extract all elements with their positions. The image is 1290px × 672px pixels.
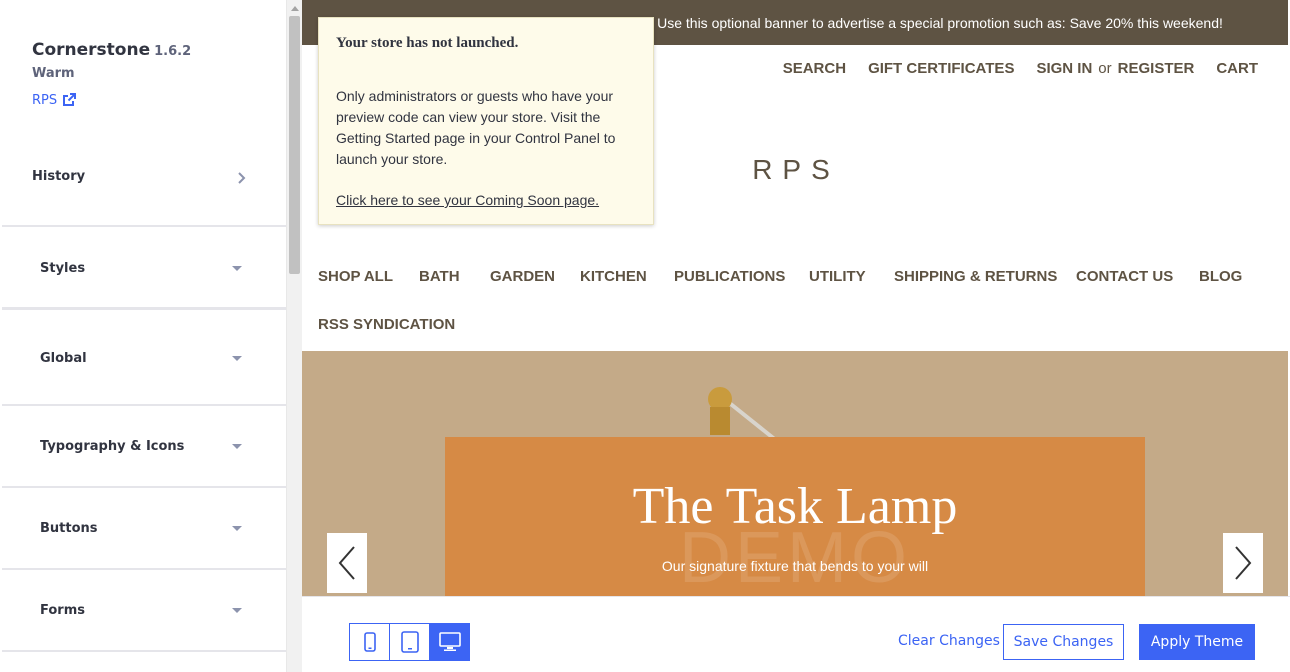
caret-down-icon bbox=[232, 443, 242, 449]
store-not-launched-notice: Your store has not launched. Only admini… bbox=[318, 17, 654, 225]
nav-item[interactable]: BATH bbox=[419, 268, 460, 285]
theme-variant: Warm bbox=[32, 66, 75, 81]
clear-changes-button[interactable]: Clear Changes bbox=[898, 633, 1000, 649]
desktop-icon bbox=[438, 632, 461, 651]
theme-editor-sidebar: Cornerstone 1.6.2 Warm RPS History Styles… bbox=[0, 0, 286, 672]
section-forms[interactable]: Forms bbox=[2, 570, 286, 652]
tablet-icon bbox=[400, 631, 419, 653]
history-row[interactable]: History bbox=[2, 130, 286, 227]
nav-sign-in[interactable]: SIGN IN bbox=[1036, 60, 1092, 77]
history-label: History bbox=[32, 169, 86, 184]
theme-name: Cornerstone 1.6.2 bbox=[32, 40, 191, 60]
hero-card: DEMO The Task Lamp Our signature fixture… bbox=[445, 437, 1145, 596]
carousel-next-button[interactable] bbox=[1223, 533, 1263, 593]
section-typography-icons[interactable]: Typography & Icons bbox=[2, 406, 286, 488]
mobile-icon bbox=[363, 632, 376, 652]
section-buttons[interactable]: Buttons bbox=[2, 488, 286, 570]
chevron-right-icon bbox=[1235, 546, 1252, 580]
caret-down-icon bbox=[232, 607, 242, 613]
nav-item[interactable]: KITCHEN bbox=[580, 268, 647, 285]
carousel-prev-button[interactable] bbox=[327, 533, 367, 593]
store-link[interactable]: RPS bbox=[32, 92, 77, 108]
notice-body: Only administrators or guests who have y… bbox=[336, 88, 616, 167]
scroll-up-arrow[interactable] bbox=[291, 6, 299, 11]
scroll-thumb[interactable] bbox=[289, 16, 300, 274]
sidebar-scrollbar[interactable] bbox=[286, 0, 302, 672]
desktop-view-button[interactable] bbox=[429, 623, 470, 661]
section-styles[interactable]: Styles bbox=[2, 229, 286, 310]
nav-item[interactable]: SHIPPING & RETURNS bbox=[894, 268, 1057, 285]
nav-item[interactable]: CONTACT US bbox=[1076, 268, 1173, 285]
hero-carousel[interactable]: DEMO The Task Lamp Our signature fixture… bbox=[302, 351, 1288, 596]
nav-item[interactable]: BLOG bbox=[1199, 268, 1242, 285]
hero-title: The Task Lamp bbox=[632, 478, 958, 535]
top-nav: SEARCH GIFT CERTIFICATES SIGN IN or REGI… bbox=[783, 60, 1258, 77]
nav-item[interactable]: SHOP ALL bbox=[318, 268, 393, 285]
external-link-icon bbox=[63, 93, 77, 106]
section-global[interactable]: Global bbox=[2, 312, 286, 406]
editor-toolbar: Clear Changes Save Changes Apply Theme bbox=[302, 596, 1290, 672]
coming-soon-link[interactable]: Click here to see your Coming Soon page. bbox=[336, 192, 599, 208]
tablet-view-button[interactable] bbox=[389, 623, 430, 661]
nav-item[interactable]: GARDEN bbox=[490, 268, 555, 285]
mobile-view-button[interactable] bbox=[349, 623, 390, 661]
theme-name-text: Cornerstone bbox=[32, 40, 151, 60]
nav-search[interactable]: SEARCH bbox=[783, 60, 846, 77]
theme-version: 1.6.2 bbox=[154, 44, 192, 59]
nav-register[interactable]: REGISTER bbox=[1118, 60, 1195, 77]
section-label: Global bbox=[40, 350, 87, 366]
nav-item[interactable]: RSS SYNDICATION bbox=[318, 316, 455, 333]
section-label: Styles bbox=[40, 260, 86, 276]
caret-down-icon bbox=[232, 265, 242, 271]
caret-down-icon bbox=[232, 355, 242, 361]
section-label: Typography & Icons bbox=[40, 438, 185, 454]
nav-gift-certificates[interactable]: GIFT CERTIFICATES bbox=[868, 60, 1014, 77]
section-label: Forms bbox=[40, 602, 85, 618]
section-label: Buttons bbox=[40, 520, 98, 536]
chevron-right-icon bbox=[238, 171, 246, 184]
nav-cart[interactable]: CART bbox=[1216, 60, 1258, 77]
save-changes-button[interactable]: Save Changes bbox=[1003, 624, 1124, 660]
store-link-label: RPS bbox=[32, 92, 58, 108]
promo-text: Use this optional banner to advertise a … bbox=[657, 14, 1223, 31]
nav-item[interactable]: UTILITY bbox=[809, 268, 866, 285]
nav-item[interactable]: PUBLICATIONS bbox=[674, 268, 785, 285]
chevron-left-icon bbox=[338, 546, 355, 580]
notice-title: Your store has not launched. bbox=[336, 35, 519, 51]
hero-subtitle: Our signature fixture that bends to your… bbox=[661, 558, 929, 574]
device-toggle-group bbox=[349, 623, 470, 661]
apply-theme-button[interactable]: Apply Theme bbox=[1139, 624, 1255, 660]
caret-down-icon bbox=[232, 525, 242, 531]
nav-or: or bbox=[1098, 60, 1112, 77]
